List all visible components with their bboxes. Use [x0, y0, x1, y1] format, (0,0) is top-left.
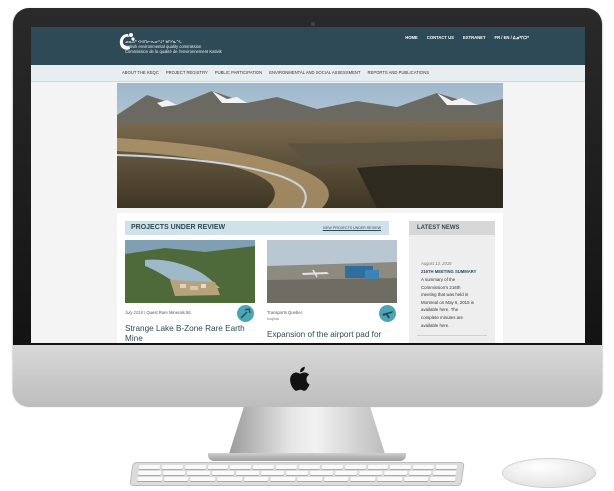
latest-news-panel: LATEST NEWS August 13, 2015 216TH MEETIN… [409, 221, 495, 343]
news-headline[interactable]: 216TH MEETING SUMMARY [421, 269, 476, 274]
news-body-line[interactable]: available here. [421, 322, 489, 330]
news-body: A summary of the Commission's 216th meet… [421, 276, 489, 329]
top-nav-home[interactable]: HOME [405, 35, 418, 40]
news-body-line: A summary of the [421, 277, 456, 282]
top-nav: HOME CONTACT US EXTRANET FR / EN / ᐃᓄᒃᑎᑐ… [405, 35, 529, 40]
project-date: July 2018 [125, 310, 143, 315]
project-title-line: Expansion of the airport pad for [267, 330, 382, 339]
project-image [267, 240, 397, 303]
projects-under-review-header: PROJECTS UNDER REVIEW VIEW PROJECTS UNDE… [125, 221, 389, 235]
project-location: Ivujivik [267, 316, 280, 321]
main-nav: ABOUT THE KEQC PROJECT REGISTRY PUBLIC P… [31, 65, 585, 82]
project-image [125, 240, 255, 303]
projects-under-review-title: PROJECTS UNDER REVIEW [131, 224, 226, 231]
project-meta: July 2018 / Quest Rare Minerals ltd. [125, 310, 192, 315]
main-content: PROJECTS UNDER REVIEW VIEW PROJECTS UNDE… [117, 213, 503, 343]
news-date: August 13, 2015 [421, 261, 452, 266]
top-nav-extranet[interactable]: EXTRANET [463, 35, 486, 40]
project-proponent: Quest Rare Minerals ltd. [146, 310, 192, 315]
latest-news-header: LATEST NEWS [409, 221, 495, 235]
nav-about[interactable]: ABOUT THE KEQC [122, 70, 159, 75]
camera-icon [311, 22, 315, 26]
imac-stand-base [208, 453, 406, 461]
magic-mouse [502, 458, 596, 488]
project-title-line: Mine [125, 334, 143, 343]
keyboard [129, 462, 465, 486]
nav-env-social-assessment[interactable]: ENVIRONMENTAL AND SOCIAL ASSESSMENT [269, 70, 360, 75]
news-body-line: Commission's 216th [421, 284, 461, 290]
top-nav-contact[interactable]: CONTACT US [427, 35, 454, 40]
project-title[interactable]: Strange Lake B-Zone Rare Earth Mine [125, 324, 245, 343]
latest-news-title: LATEST NEWS [417, 225, 460, 231]
news-body-line: meeting that was held in [421, 292, 469, 298]
news-body-line: Montreal on May 6, 2015 is [421, 299, 474, 305]
divider [417, 335, 487, 336]
project-proponent: Transports Quebec [267, 310, 303, 315]
view-projects-link[interactable]: VIEW PROJECTS UNDER REVIEW [323, 226, 381, 230]
website-screen: ᓄᓇᕕᒃ ᐊᕙᑎᓕᕆᓂᕐᒧᑦ ᑲᒥᓯᓇᖓ Kativik environment… [31, 27, 585, 343]
nav-reports-publications[interactable]: REPORTS AND PUBLICATIONS [368, 70, 430, 75]
language-switcher[interactable]: FR / EN / ᐃᓄᒃᑎᑐᑦ [495, 35, 529, 40]
mining-icon [237, 305, 254, 322]
imac-stand [228, 407, 386, 457]
project-title[interactable]: Expansion of the airport pad for [267, 330, 387, 340]
airplane-icon [379, 305, 396, 322]
hero-landscape-image [117, 83, 503, 208]
site-header: ᓄᓇᕕᒃ ᐊᕙᑎᓕᕆᓂᕐᒧᑦ ᑲᒥᓯᓇᖓ Kativik environment… [31, 27, 585, 65]
nav-project-registry[interactable]: PROJECT REGISTRY [166, 70, 208, 75]
site-logo-text[interactable]: ᓄᓇᕕᒃ ᐊᕙᑎᓕᕆᓂᕐᒧᑦ ᑲᒥᓯᓇᖓ Kativik environment… [125, 39, 222, 54]
news-body-line: complete minutes are [421, 314, 463, 320]
nav-public-participation[interactable]: PUBLIC PARTICIPATION [215, 70, 262, 75]
logo-line-french: Commission de la qualité de l'environnem… [125, 49, 222, 54]
apple-logo-icon [290, 366, 310, 391]
project-title-line: Strange Lake B-Zone Rare Earth [125, 324, 245, 333]
news-body-line[interactable]: available here. The [421, 306, 489, 314]
